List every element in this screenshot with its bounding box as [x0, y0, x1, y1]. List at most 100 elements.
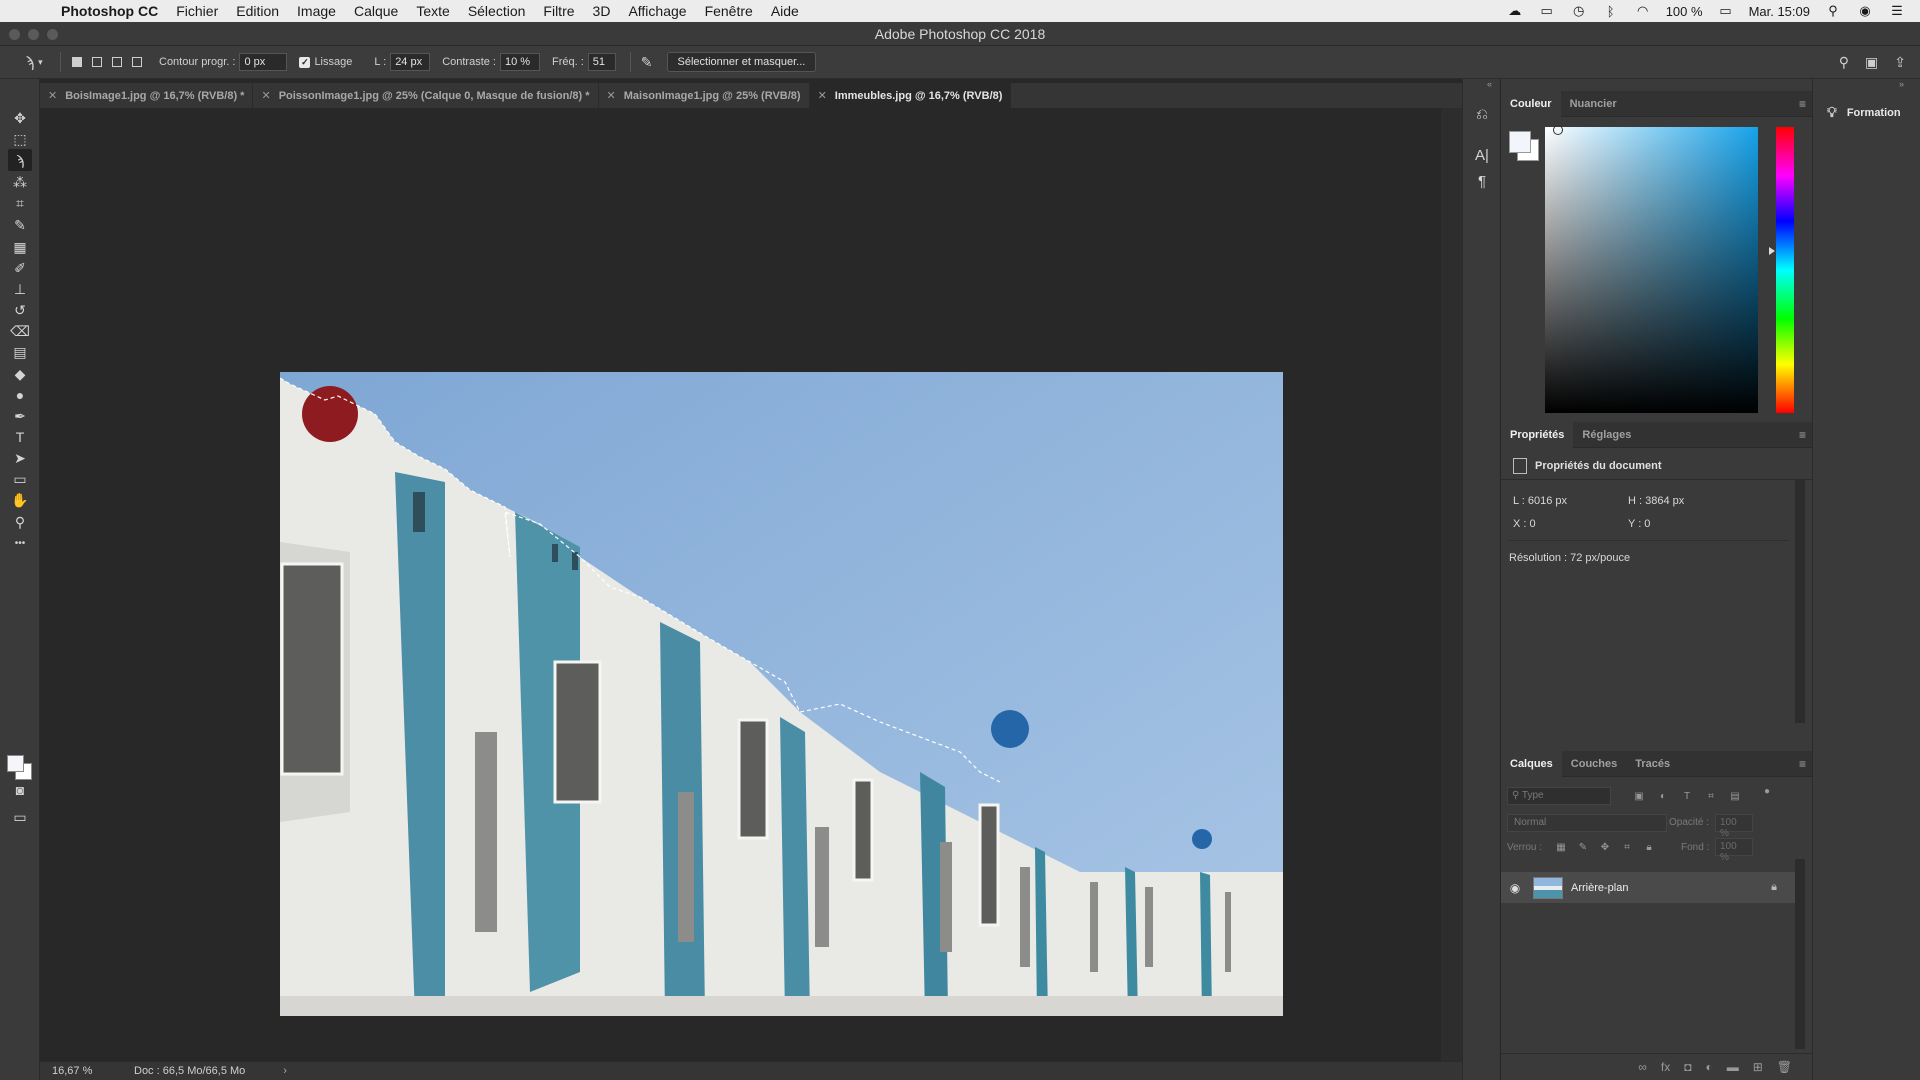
hue-slider[interactable] — [1776, 127, 1794, 413]
move-tool[interactable]: ✥ — [8, 107, 32, 129]
bluetooth-icon[interactable]: ᛒ — [1602, 4, 1620, 19]
path-selection-tool[interactable]: ➤ — [8, 447, 32, 469]
visibility-eye-icon[interactable]: ◉ — [1501, 881, 1529, 895]
crop-tool[interactable]: ⌗ — [8, 192, 32, 214]
tab-poissonimage1[interactable]: ✕ PoissonImage1.jpg @ 25% (Calque 0, Masq… — [253, 83, 599, 108]
tab-boisimage1[interactable]: ✕ BoisImage1.jpg @ 16,7% (RVB/8) * — [40, 83, 254, 108]
foreground-color-swatch[interactable] — [7, 755, 24, 772]
menu-edition[interactable]: Edition — [227, 3, 288, 19]
close-window-button[interactable] — [9, 29, 20, 40]
panel-menu-icon[interactable]: ≡ — [1799, 757, 1806, 771]
workspace-icon[interactable]: ▣ — [1865, 54, 1878, 71]
new-layer-icon[interactable]: ⊞ — [1753, 1060, 1763, 1074]
pen-tool[interactable]: ✒ — [8, 405, 32, 427]
lock-position-icon[interactable]: ✥ — [1599, 841, 1611, 853]
history-panel-icon[interactable]: ⎌ — [1471, 103, 1493, 125]
filter-adjustment-icon[interactable]: ◐ — [1657, 790, 1669, 802]
menu-texte[interactable]: Texte — [407, 3, 458, 19]
contrast-input[interactable] — [500, 53, 540, 71]
layers-scrollbar[interactable] — [1795, 859, 1805, 1049]
frequency-input[interactable] — [587, 53, 616, 71]
blur-tool[interactable]: ◆ — [8, 363, 32, 385]
status-menu-arrow[interactable]: › — [283, 1065, 287, 1077]
brush-tool[interactable]: ✐ — [8, 257, 32, 279]
time-machine-icon[interactable]: ◷ — [1570, 3, 1588, 18]
filter-pixel-icon[interactable]: ▣ — [1633, 790, 1645, 802]
blend-mode-select[interactable]: Normal — [1507, 814, 1667, 832]
select-and-mask-button[interactable]: Sélectionner et masquer... — [666, 52, 817, 72]
menu-app[interactable]: Photoshop CC — [52, 3, 167, 19]
quick-mask-icon[interactable]: ◙ — [8, 779, 32, 801]
more-tools[interactable]: ••• — [8, 532, 32, 554]
menu-filtre[interactable]: Filtre — [534, 3, 583, 19]
subtract-from-selection-button[interactable] — [107, 52, 127, 72]
siri-icon[interactable]: ◉ — [1856, 3, 1874, 18]
canvas-scrollbar[interactable] — [1441, 108, 1462, 1061]
color-field-cursor[interactable] — [1553, 125, 1563, 135]
tab-couches[interactable]: Couches — [1562, 751, 1626, 777]
zoom-tool[interactable]: ⚲ — [8, 511, 32, 533]
close-tab-icon[interactable]: ✕ — [48, 89, 57, 102]
collapse-arrows-icon[interactable]: » — [1899, 79, 1904, 89]
layer-filter-type[interactable]: ⚲ Type — [1507, 787, 1611, 805]
type-tool[interactable]: T — [8, 426, 32, 448]
paragraph-panel-icon[interactable]: ¶ — [1471, 170, 1493, 192]
menu-selection[interactable]: Sélection — [459, 3, 535, 19]
tool-preset-picker[interactable]: ϡ ▾ — [14, 51, 54, 73]
properties-scrollbar[interactable] — [1795, 480, 1805, 723]
menu-fichier[interactable]: Fichier — [167, 3, 227, 19]
share-icon[interactable]: ⇪ — [1894, 54, 1906, 71]
history-brush-tool[interactable]: ↺ — [8, 299, 32, 321]
new-group-icon[interactable]: ▬ — [1727, 1060, 1739, 1074]
notification-center-icon[interactable]: ☰ — [1888, 3, 1906, 18]
magnetic-lasso-tool[interactable]: ϡ — [8, 149, 32, 171]
close-tab-icon[interactable]: ✕ — [261, 89, 270, 102]
new-selection-button[interactable] — [67, 52, 87, 72]
panel-menu-icon[interactable]: ≡ — [1799, 428, 1806, 442]
creative-cloud-icon[interactable]: ☁ — [1506, 3, 1524, 18]
add-mask-icon[interactable]: ◘ — [1684, 1060, 1691, 1074]
layer-name[interactable]: Arrière-plan — [1571, 882, 1628, 894]
menubar-clock[interactable]: Mar. 15:09 — [1749, 4, 1810, 19]
add-to-selection-button[interactable] — [87, 52, 107, 72]
menu-image[interactable]: Image — [288, 3, 345, 19]
character-panel-icon[interactable]: A| — [1471, 144, 1493, 166]
marquee-tool[interactable]: ⬚ — [8, 128, 32, 150]
panel-menu-icon[interactable]: ≡ — [1799, 97, 1806, 111]
tab-nuancier[interactable]: Nuancier — [1561, 91, 1626, 117]
zoom-level[interactable]: 16,67 % — [40, 1065, 108, 1077]
filter-type-icon[interactable]: T — [1681, 790, 1693, 802]
shape-tool[interactable]: ▭ — [8, 468, 32, 490]
menu-aide[interactable]: Aide — [762, 3, 808, 19]
feather-input[interactable] — [239, 53, 288, 71]
collapse-arrows-icon[interactable]: « — [1487, 79, 1492, 89]
minimize-window-button[interactable] — [28, 29, 39, 40]
delete-layer-icon[interactable]: 🗑︎ — [1777, 1060, 1792, 1074]
healing-tool[interactable]: ▦ — [8, 236, 32, 258]
layer-row[interactable]: ◉ Arrière-plan 🔒︎ — [1501, 872, 1795, 903]
lock-pixels-icon[interactable]: ✎ — [1577, 841, 1589, 853]
lock-artboard-icon[interactable]: ⌗ — [1621, 841, 1633, 853]
link-layers-icon[interactable]: ∞ — [1638, 1060, 1647, 1074]
menu-fenetre[interactable]: Fenêtre — [696, 3, 762, 19]
menu-calque[interactable]: Calque — [345, 3, 407, 19]
tab-reglages[interactable]: Réglages — [1573, 422, 1640, 448]
menu-3d[interactable]: 3D — [584, 3, 620, 19]
search-icon[interactable]: ⚲ — [1839, 54, 1849, 71]
layer-style-icon[interactable]: fx — [1661, 1060, 1670, 1074]
tab-calques[interactable]: Calques — [1501, 750, 1562, 777]
lock-transparency-icon[interactable]: ▦ — [1555, 841, 1567, 853]
adjustment-layer-icon[interactable]: ◐ — [1705, 1060, 1712, 1074]
eraser-tool[interactable]: ⌫ — [8, 320, 32, 342]
hue-slider-handle[interactable] — [1769, 247, 1775, 255]
filter-smart-object-icon[interactable]: ▤ — [1729, 790, 1741, 802]
gradient-tool[interactable]: ▤ — [8, 341, 32, 363]
lock-all-icon[interactable]: 🔒︎ — [1643, 841, 1655, 853]
tab-couleur[interactable]: Couleur — [1501, 90, 1561, 117]
opacity-input[interactable]: 100 % — [1715, 814, 1753, 839]
color-foreground-swatch[interactable] — [1509, 131, 1531, 153]
screen-mode-icon[interactable]: ▭ — [8, 806, 32, 828]
antialias-checkbox[interactable]: ✓ Lissage — [299, 56, 352, 68]
pen-pressure-icon[interactable]: ✎ — [641, 54, 653, 71]
wifi-icon[interactable]: ◠ — [1634, 3, 1652, 18]
